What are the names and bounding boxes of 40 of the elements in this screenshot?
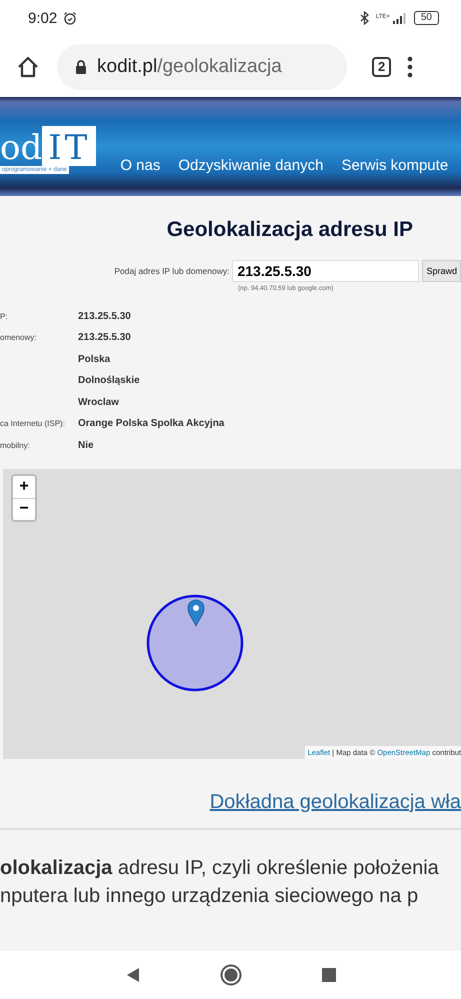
result-value: Polska (78, 354, 110, 365)
result-label: ca Internetu (ISP): (0, 419, 66, 428)
logo-text: od (0, 130, 42, 166)
map-pin-icon[interactable] (187, 598, 205, 626)
home-button-icon[interactable] (220, 964, 242, 986)
bluetooth-icon (360, 11, 370, 25)
nav-link[interactable]: Odzyskiwanie danych (178, 157, 324, 174)
alarm-icon (63, 11, 78, 25)
result-label: omenowy: (0, 333, 38, 342)
check-button[interactable]: Sprawd (422, 260, 461, 282)
zoom-in-button[interactable]: + (13, 476, 35, 498)
page-title: Geolokalizacja adresu IP (166, 218, 414, 242)
back-icon[interactable] (126, 967, 140, 983)
article-text-line: olokalizacja adresu IP, czyli określenie położenia (0, 856, 440, 880)
result-label: mobilny: (0, 440, 31, 450)
result-value: 213.25.5.30 (78, 332, 131, 344)
url-text: kodit.pl/geolokalizacja (97, 56, 282, 78)
clock-time: 9:02 (28, 10, 58, 26)
result-value: Dolnośląskie (78, 375, 140, 386)
tab-count-button[interactable]: 2 (372, 56, 392, 76)
result-label: P: (0, 312, 9, 321)
logo-text: IT (42, 126, 96, 166)
result-value: Nie (78, 440, 94, 451)
result-value: 213.25.5.30 (78, 310, 131, 322)
nav-link[interactable]: O nas (120, 157, 160, 174)
lock-icon (75, 58, 87, 74)
battery-indicator: 50 (414, 11, 439, 25)
recents-icon[interactable] (322, 968, 336, 982)
result-value: Orange Polska Spolka Akcyjna (78, 418, 224, 430)
address-bar[interactable]: kodit.pl/geolokalizacja (57, 44, 347, 90)
menu-icon[interactable] (407, 56, 414, 78)
ip-input-field[interactable]: 213.25.5.30 (232, 260, 420, 282)
article-text-line: nputera lub innego urządzenia sieciowego na p (0, 884, 420, 908)
result-value: Wroclaw (78, 396, 119, 408)
home-icon[interactable] (16, 54, 40, 78)
signal-icon (392, 12, 408, 24)
field-label: Podaj adres IP lub domenowy: (114, 266, 230, 276)
nav-link[interactable]: Serwis kompute (341, 157, 448, 174)
zoom-out-button[interactable]: − (13, 498, 35, 520)
precise-geolocation-link[interactable]: Dokładna geolokalizacja wła (210, 790, 461, 814)
